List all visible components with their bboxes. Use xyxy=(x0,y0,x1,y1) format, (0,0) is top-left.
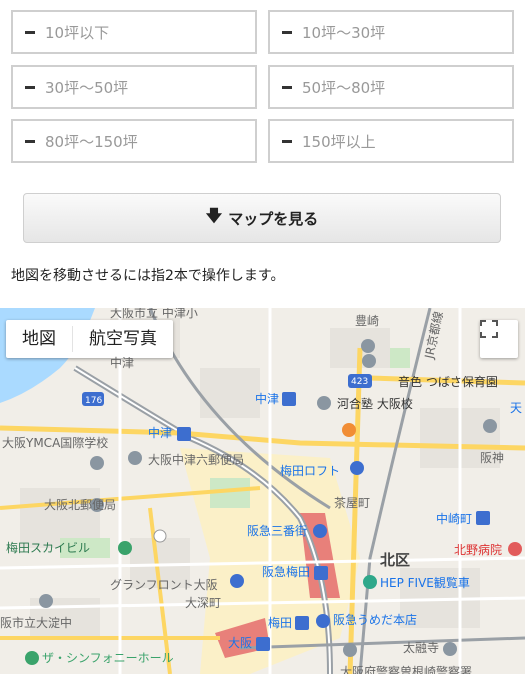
map-label: 天 xyxy=(510,401,523,415)
map-label: 太融寺 xyxy=(403,641,440,655)
filter-label: 150坪以上 xyxy=(302,132,376,151)
filter-label: 30坪～50坪 xyxy=(45,78,129,97)
map-type-roadmap-button[interactable]: 地図 xyxy=(6,320,72,358)
fullscreen-icon xyxy=(480,320,498,338)
map-label: 大阪YMCA国際学校 xyxy=(2,436,109,450)
map-label: グランフロント大阪 xyxy=(110,578,218,592)
map-label: 中津 xyxy=(110,356,135,370)
map-view[interactable]: 地図 航空写真 大阪市立 中津小 豊崎 JR京都線 中津 176 423 音色 … xyxy=(0,308,525,674)
filter-80-150[interactable]: 80坪～150坪 xyxy=(11,119,257,163)
map-type-control: 地図 航空写真 xyxy=(6,320,173,358)
map-label: 阪急梅田 xyxy=(262,565,311,579)
filter-label: 80坪～150坪 xyxy=(45,132,138,151)
arrow-down-icon: 🡇 xyxy=(205,205,223,225)
map-label: HEP FIVE観覧車 xyxy=(380,576,470,590)
filter-50-80[interactable]: 50坪～80坪 xyxy=(268,65,514,109)
minus-icon xyxy=(282,139,292,143)
road-label: 423 xyxy=(351,377,369,387)
map-label: 中津 xyxy=(148,426,173,440)
filter-label: 50坪～80坪 xyxy=(302,78,386,97)
map-label: 阪市立大淀中 xyxy=(0,616,73,630)
filter-150-plus[interactable]: 150坪以上 xyxy=(268,119,514,163)
map-label: 音色 つばさ保育園 xyxy=(398,375,498,389)
map-label: 大阪中津六郵便局 xyxy=(148,453,245,467)
filter-label: 10坪～30坪 xyxy=(302,23,386,42)
map-hint-text: 地図を移動させるには指2本で操作します。 xyxy=(11,268,285,284)
road-label: 176 xyxy=(85,396,103,406)
map-label: 北野病院 xyxy=(454,543,503,557)
map-label: 大阪府警察曽根崎警察署 xyxy=(340,665,473,674)
map-label: 阪急三番街 xyxy=(247,524,308,538)
map-label: 阪急うめだ本店 xyxy=(333,613,418,627)
map-label: 北区 xyxy=(380,551,411,569)
map-label: 梅田ロフト xyxy=(280,464,341,478)
filter-30-50[interactable]: 30坪～50坪 xyxy=(11,65,257,109)
map-label: 大深町 xyxy=(185,596,222,610)
map-label: 河合塾 大阪校 xyxy=(337,397,413,411)
minus-icon xyxy=(25,30,35,34)
map-label: 梅田スカイビル xyxy=(6,541,91,555)
view-map-button[interactable]: 🡇 マップを見る xyxy=(23,193,501,243)
map-label: 茶屋町 xyxy=(334,496,371,510)
map-label: 豊崎 xyxy=(355,314,380,328)
map-label: 阪神 xyxy=(480,451,505,465)
map-label: 梅田 xyxy=(268,616,293,630)
map-type-satellite-button[interactable]: 航空写真 xyxy=(73,320,173,358)
map-canvas xyxy=(0,308,525,674)
filter-10-30[interactable]: 10坪～30坪 xyxy=(268,10,514,54)
map-label: ザ・シンフォニーホール xyxy=(42,651,174,665)
map-label: 中津 xyxy=(255,392,280,406)
filter-label: 10坪以下 xyxy=(45,23,110,42)
minus-icon xyxy=(25,85,35,89)
map-label: 大阪北郵便局 xyxy=(44,498,117,512)
view-map-label: マップを見る xyxy=(228,209,319,228)
minus-icon xyxy=(282,85,292,89)
map-label: 大阪市立 中津小 xyxy=(110,308,198,320)
minus-icon xyxy=(25,139,35,143)
fullscreen-button[interactable] xyxy=(480,320,518,358)
map-label: 大阪 xyxy=(228,636,253,650)
minus-icon xyxy=(282,30,292,34)
filter-10-or-less[interactable]: 10坪以下 xyxy=(11,10,257,54)
map-label: 中崎町 xyxy=(436,512,473,526)
